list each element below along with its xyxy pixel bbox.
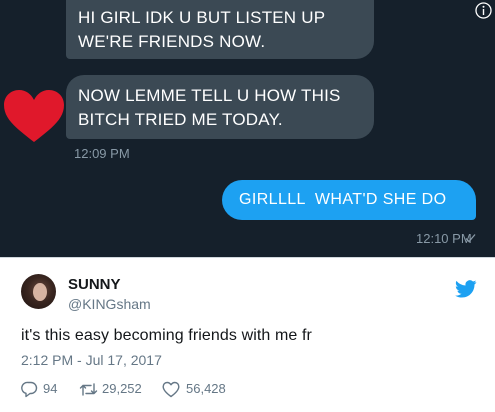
outgoing-message-bubble: GIRLLLL WHAT'D SHE DO	[222, 180, 476, 220]
incoming-message-bubble: NOW LEMME TELL U HOW THIS BITCH TRIED ME…	[66, 75, 374, 139]
display-name[interactable]: SUNNY	[68, 276, 121, 293]
tweet-text: it's this easy becoming friends with me …	[21, 327, 312, 344]
retweet-icon	[79, 383, 98, 396]
heart-outline-icon	[162, 381, 180, 398]
twitter-bird-icon[interactable]	[455, 280, 477, 298]
message-text: GIRLLLL WHAT'D SHE DO	[239, 191, 447, 208]
like-button[interactable]: 56,428	[162, 380, 262, 400]
avatar[interactable]	[21, 274, 56, 309]
divider	[0, 257, 495, 258]
message-line: NOW LEMME TELL U HOW THIS	[78, 86, 341, 105]
tweet-timestamp[interactable]: 2:12 PM - Jul 17, 2017	[21, 352, 162, 368]
heart-icon	[4, 90, 64, 142]
avatar-face	[33, 283, 47, 301]
reply-icon	[21, 381, 38, 398]
like-count: 56,428	[186, 381, 226, 396]
reply-button[interactable]: 94	[21, 380, 81, 400]
user-handle[interactable]: @KINGsham	[68, 296, 151, 312]
reply-count: 94	[43, 381, 58, 396]
outgoing-timestamp: 12:10 PM	[416, 231, 472, 246]
incoming-message-bubble: HI GIRL IDK U BUT LISTEN UP WE'RE FRIEND…	[66, 0, 374, 59]
checkmark-icon	[465, 234, 476, 243]
dm-conversation-screenshot: HI GIRL IDK U BUT LISTEN UP WE'RE FRIEND…	[0, 0, 495, 257]
message-line: WE'RE FRIENDS NOW.	[78, 32, 266, 51]
message-line: BITCH TRIED ME TODAY.	[78, 110, 283, 129]
incoming-timestamp: 12:09 PM	[74, 146, 130, 161]
info-icon[interactable]	[475, 2, 492, 19]
retweet-count: 29,252	[102, 381, 142, 396]
message-line: HI GIRL IDK U BUT LISTEN UP	[78, 8, 326, 27]
